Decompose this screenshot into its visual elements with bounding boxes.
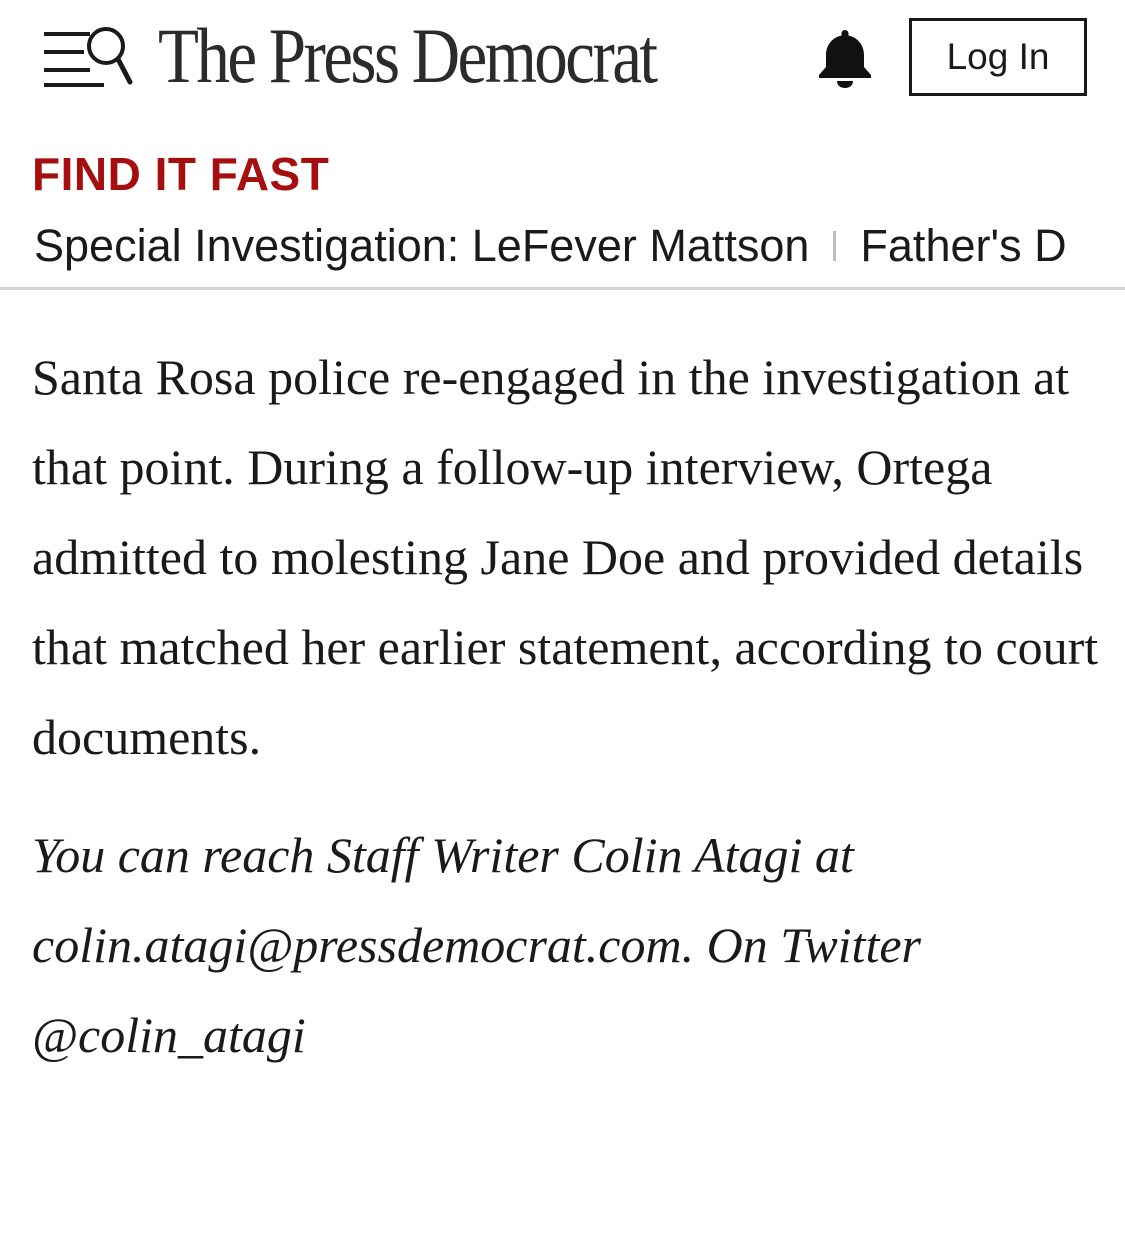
signoff-middle: . On Twitter: [681, 917, 921, 973]
article-body: Santa Rosa police re-engaged in the inve…: [32, 332, 1102, 1080]
login-button[interactable]: Log In: [909, 18, 1087, 96]
author-twitter-link[interactable]: @colin_atagi: [32, 1007, 306, 1063]
quick-links-list: Special Investigation: LeFever Mattson F…: [34, 218, 1067, 274]
signoff-prefix: You can reach Staff Writer Colin Atagi a…: [32, 827, 854, 883]
article-paragraph: Santa Rosa police re-engaged in the inve…: [32, 349, 1099, 765]
menu-search-icon: [44, 27, 133, 87]
bell-icon: [819, 30, 871, 88]
site-header: The Press Democrat Log In: [0, 0, 1125, 115]
menu-search-button[interactable]: [40, 22, 134, 92]
quick-links-bar[interactable]: Special Investigation: LeFever Mattson F…: [0, 212, 1125, 290]
site-logo[interactable]: The Press Democrat: [158, 10, 708, 102]
quick-link-fathers-day[interactable]: Father's D: [860, 218, 1066, 274]
find-it-fast-heading: FIND IT FAST: [32, 148, 330, 200]
quick-link-lefever-mattson[interactable]: Special Investigation: LeFever Mattson: [34, 218, 809, 274]
quick-link-separator: [833, 231, 837, 261]
author-signoff: You can reach Staff Writer Colin Atagi a…: [32, 810, 1102, 1080]
notifications-button[interactable]: [814, 26, 876, 90]
author-email-link[interactable]: colin.atagi@pressdemocrat.com: [32, 917, 682, 973]
